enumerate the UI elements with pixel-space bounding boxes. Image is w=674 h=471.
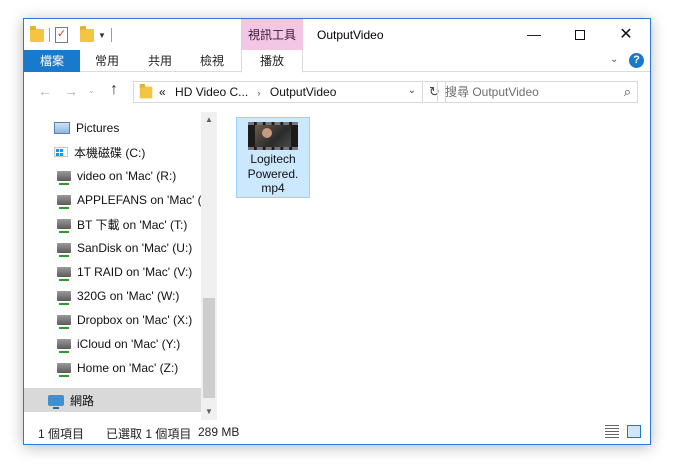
close-button[interactable]: ✕ — [603, 19, 649, 50]
tree-item-drive-y[interactable]: iCloud on 'Mac' (Y:) — [57, 332, 201, 356]
explorer-window: ▼ 視訊工具 OutputVideo — ✕ 檔案 常用 共用 檢視 播放 ⌄ … — [23, 18, 651, 445]
tree-item-label: BT 下載 on 'Mac' (T:) — [77, 217, 188, 232]
address-dropdown-icon[interactable]: ⌄ — [408, 85, 416, 96]
quick-access-toolbar: ▼ — [30, 25, 117, 45]
network-drive-icon — [57, 315, 71, 329]
network-drive-icon — [57, 267, 71, 281]
search-icon[interactable]: ⌕ — [624, 82, 631, 102]
video-subject — [262, 128, 272, 138]
details-view-icon[interactable] — [605, 425, 619, 438]
breadcrumb-current[interactable]: OutputVideo — [270, 85, 337, 99]
up-button[interactable]: ↑ — [110, 81, 118, 99]
tree-item-label: 320G on 'Mac' (W:) — [77, 289, 180, 303]
scroll-up-icon[interactable]: ▲ — [201, 112, 217, 128]
tree-item-network[interactable]: 網路 — [24, 388, 201, 412]
selection-size: 289 MB — [198, 425, 240, 439]
tree-item-label: iCloud on 'Mac' (Y:) — [77, 337, 181, 351]
selection-count: 已選取 1 個項目 — [106, 427, 192, 441]
tree-item-label: 網路 — [70, 393, 95, 408]
forward-button[interactable]: → — [64, 83, 78, 99]
network-drive-icon — [57, 171, 71, 185]
navigation-row: ← → ⌄ ↑ « HD Video C... › OutputVideo ⌄ … — [24, 72, 650, 112]
tree-item-drive-z[interactable]: Home on 'Mac' (Z:) — [57, 356, 201, 380]
ribbon-expand-icon[interactable]: ⌄ — [610, 54, 618, 65]
video-frame — [255, 125, 291, 147]
tree-item-drive-x[interactable]: Dropbox on 'Mac' (X:) — [57, 308, 201, 332]
search-input[interactable]: 搜尋 OutputVideo ⌕ — [437, 81, 638, 103]
qat-dropdown-icon[interactable]: ▼ — [98, 31, 106, 40]
network-drive-icon — [57, 195, 71, 209]
network-icon — [48, 394, 64, 409]
tree-item-label: video on 'Mac' (R:) — [77, 169, 177, 183]
network-drive-icon — [57, 339, 71, 353]
tree-item-drive-v[interactable]: 1T RAID on 'Mac' (V:) — [57, 260, 201, 284]
video-tools-context-label: 視訊工具 — [241, 19, 303, 50]
new-folder-icon[interactable] — [80, 25, 94, 42]
tab-home[interactable]: 常用 — [80, 50, 134, 72]
recent-locations-icon[interactable]: ⌄ — [88, 86, 95, 95]
breadcrumb-parent[interactable]: HD Video C... — [175, 85, 248, 99]
status-bar: 1 個項目 已選取 1 個項目 289 MB — [24, 420, 650, 444]
tab-file[interactable]: 檔案 — [24, 50, 80, 72]
tree-item-drive-s[interactable]: APPLEFANS on 'Mac' ( — [57, 188, 201, 212]
tree-item-pictures[interactable]: Pictures — [54, 116, 201, 140]
file-item[interactable]: Logitech Powered. mp4 — [236, 117, 310, 198]
scroll-down-icon[interactable]: ▼ — [201, 404, 217, 420]
tree-item-drive-t[interactable]: BT 下載 on 'Mac' (T:) — [57, 212, 201, 236]
video-thumbnail-icon — [248, 122, 298, 150]
file-list: Logitech Powered. mp4 — [217, 112, 650, 420]
file-name-line: mp4 — [261, 181, 285, 195]
minimize-button[interactable]: — — [511, 19, 557, 50]
tab-share[interactable]: 共用 — [134, 50, 186, 72]
tree-item-label: 本機磁碟 (C:) — [74, 145, 146, 160]
maximize-button[interactable] — [557, 19, 603, 50]
network-drive-icon — [57, 291, 71, 305]
file-name-line: Powered. — [247, 166, 299, 181]
navigation-pane: Pictures 本機磁碟 (C:) video on 'Mac' (R:) A… — [24, 112, 217, 420]
network-drive-icon — [57, 363, 71, 377]
tree-item-label: Pictures — [76, 121, 120, 135]
folder-icon — [139, 83, 153, 98]
qat-separator — [73, 28, 75, 42]
tree-item-label: Home on 'Mac' (Z:) — [77, 361, 179, 375]
pictures-icon — [54, 122, 70, 134]
tree-item-label: 1T RAID on 'Mac' (V:) — [77, 265, 193, 279]
tree-item-label: Dropbox on 'Mac' (X:) — [77, 313, 193, 327]
tree-item-label: SanDisk on 'Mac' (U:) — [77, 241, 193, 255]
tree-item-drive-w[interactable]: 320G on 'Mac' (W:) — [57, 284, 201, 308]
network-drive-icon — [57, 243, 71, 257]
tree-item-label: APPLEFANS on 'Mac' ( — [77, 193, 201, 207]
tree-item-drive-u[interactable]: SanDisk on 'Mac' (U:) — [57, 236, 201, 260]
large-icons-view-icon[interactable] — [627, 425, 641, 438]
qat-separator — [49, 28, 50, 42]
breadcrumb-separator-icon[interactable]: › — [258, 88, 261, 98]
maximize-icon — [575, 30, 585, 41]
tab-view[interactable]: 檢視 — [186, 50, 238, 72]
ribbon-tabs: 檔案 常用 共用 檢視 播放 ⌄ ? — [24, 50, 650, 73]
breadcrumb: « HD Video C... › OutputVideo — [159, 85, 336, 99]
tree-item-drive-r[interactable]: video on 'Mac' (R:) — [57, 164, 201, 188]
properties-icon[interactable] — [55, 27, 68, 43]
network-drive-icon — [57, 219, 71, 233]
file-name-line: Logitech — [250, 152, 296, 166]
window-title: OutputVideo — [317, 28, 384, 42]
help-icon[interactable]: ? — [629, 53, 644, 68]
search-placeholder: 搜尋 OutputVideo — [445, 85, 539, 99]
address-bar[interactable]: « HD Video C... › OutputVideo ⌄ — [133, 81, 423, 103]
tab-play[interactable]: 播放 — [241, 50, 303, 73]
qat-separator — [110, 28, 112, 42]
back-button[interactable]: ← — [38, 83, 52, 99]
breadcrumb-overflow[interactable]: « — [159, 85, 166, 99]
navigation-scrollbar[interactable]: ▲ ▼ — [201, 112, 217, 420]
file-name: Logitech Powered. mp4 — [237, 152, 309, 196]
tree-item-local-disk[interactable]: 本機磁碟 (C:) — [54, 140, 201, 164]
local-disk-icon — [54, 147, 68, 157]
title-bar: ▼ 視訊工具 OutputVideo — ✕ — [24, 19, 650, 50]
item-count: 1 個項目 — [38, 427, 85, 441]
scrollbar-thumb[interactable] — [203, 298, 215, 398]
folder-icon[interactable] — [30, 25, 44, 42]
